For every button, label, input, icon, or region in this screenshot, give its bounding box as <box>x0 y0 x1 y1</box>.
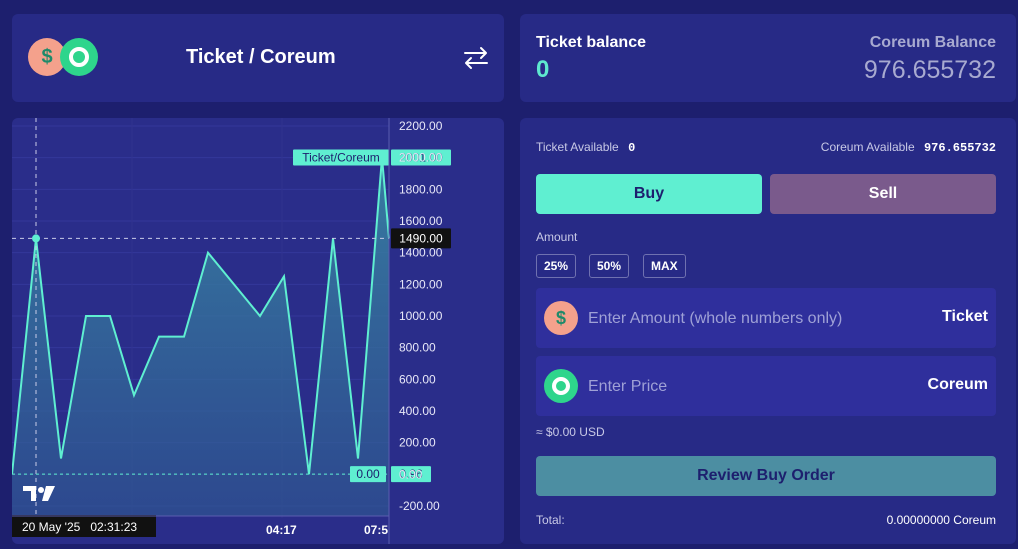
coreum-balance-value: 976.655732 <box>863 56 996 84</box>
balance-panel: Ticket balance 0 Coreum Balance 976.6557… <box>520 14 1016 102</box>
pair-title: Ticket / Coreum <box>186 46 336 68</box>
price-field[interactable]: Coreum <box>536 356 996 416</box>
series-tag: Ticket/Coreum <box>302 151 380 165</box>
crosshair-point <box>32 234 40 243</box>
price-input[interactable] <box>586 374 890 400</box>
coreum-available-value: 976.655732 <box>923 141 996 155</box>
total-label: Total: <box>536 513 565 527</box>
y-tick-label: 1400.00 <box>399 246 443 260</box>
order-form: Ticket Available 0 Coreum Available 976.… <box>520 118 1016 544</box>
buy-tab-button[interactable]: Buy <box>536 174 762 214</box>
ticket-coin-icon: $ <box>544 301 578 335</box>
pair-header: $ Ticket / Coreum <box>12 14 504 102</box>
coreum-balance-label: Coreum Balance <box>869 34 996 51</box>
low-tag: 0.00 <box>356 467 380 481</box>
y-tick-label: 2000.00 <box>399 151 443 165</box>
y-tick-label: 600.00 <box>399 372 436 386</box>
price-unit: Coreum <box>927 376 988 393</box>
ticket-available: Ticket Available 0 <box>536 140 635 155</box>
y-tick-label: 1000.00 <box>399 309 443 323</box>
y-tick-label: 400.00 <box>399 404 436 418</box>
usd-estimate: ≈ $0.00 USD <box>536 425 605 439</box>
coreum-available-label: Coreum Available <box>820 140 915 154</box>
price-area <box>12 157 389 516</box>
ticket-balance-label: Ticket balance <box>536 34 646 51</box>
amount-input[interactable] <box>586 306 890 332</box>
y-tick-label: 1600.00 <box>399 214 443 228</box>
x-tick-label: 07:5 <box>364 523 388 537</box>
crosshair-time-label: 20 May '25 02:31:23 <box>22 520 137 534</box>
coreum-available: Coreum Available 976.655732 <box>821 140 996 155</box>
y-tick-label: 800.00 <box>399 341 436 355</box>
coreum-coin-icon <box>60 38 98 76</box>
swap-arrows-icon[interactable] <box>462 44 490 72</box>
x-tick-label: 04:17 <box>266 523 297 537</box>
percent-50-button[interactable]: 50% <box>589 254 630 278</box>
y-tick-label: 200.00 <box>399 436 436 450</box>
amount-field[interactable]: $ Ticket <box>536 288 996 348</box>
y-tick-label: 1800.00 <box>399 182 443 196</box>
coreum-coin-icon <box>544 369 578 403</box>
ticket-available-label: Ticket Available <box>536 140 619 154</box>
review-buy-order-button[interactable]: Review Buy Order <box>536 456 996 496</box>
y-tick-label: -200.00 <box>399 499 440 513</box>
percent-25-button[interactable]: 25% <box>536 254 577 278</box>
crosshair-value-tag: 1490.00 <box>399 231 443 245</box>
y-tick-label: 0.00 <box>399 467 423 481</box>
total-value: 0.00000000 Coreum <box>886 513 996 527</box>
ticket-available-value: 0 <box>628 141 636 155</box>
price-chart[interactable]: Ticket/Coreum 2001.00 1490.00 0.00 0.96 20 Ma… <box>12 118 504 544</box>
max-button[interactable]: MAX <box>643 254 686 278</box>
amount-unit: Ticket <box>942 308 988 325</box>
tradingview-logo-icon <box>23 486 55 501</box>
amount-label: Amount <box>536 230 578 244</box>
sell-tab-button[interactable]: Sell <box>770 174 996 214</box>
chart-canvas[interactable]: Ticket/Coreum 2001.001490.000.00 0.9620 Ma… <box>12 118 504 544</box>
y-tick-label: 1200.00 <box>399 277 443 291</box>
ticket-balance-value: 0 <box>536 56 550 83</box>
y-tick-label: 2200.00 <box>399 119 443 133</box>
